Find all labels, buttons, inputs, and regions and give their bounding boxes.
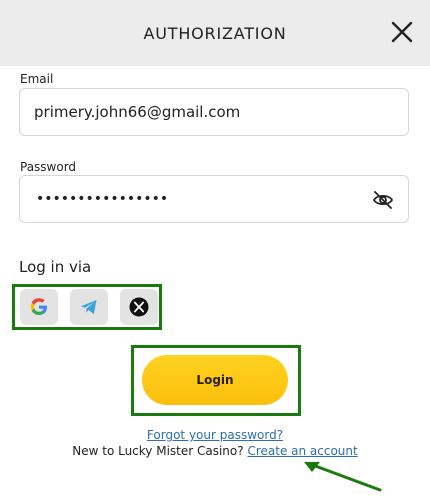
password-masked-value: •••••••••••••••• — [36, 191, 169, 207]
new-account-prefix: New to Lucky Mister Casino? — [72, 444, 244, 458]
login-via-label: Log in via — [19, 258, 92, 276]
login-button[interactable]: Login — [142, 355, 288, 405]
green-arrow-annotation — [304, 462, 382, 492]
dialog-header: AUTHORIZATION — [0, 0, 430, 66]
create-account-link[interactable]: Create an account — [247, 444, 357, 458]
email-field[interactable] — [34, 89, 364, 135]
google-login-button[interactable] — [20, 289, 58, 325]
email-label: Email — [20, 72, 54, 86]
new-account-line: New to Lucky Mister Casino? Create an ac… — [0, 444, 430, 458]
telegram-icon — [81, 300, 97, 314]
password-field[interactable]: •••••••••••••••• — [19, 175, 409, 223]
forgot-password-link[interactable]: Forgot your password? — [0, 428, 430, 442]
password-label: Password — [20, 160, 77, 174]
eye-slash-icon[interactable] — [372, 190, 394, 210]
google-icon — [30, 298, 47, 315]
dialog-title: AUTHORIZATION — [143, 23, 287, 43]
x-icon — [129, 297, 149, 317]
close-icon[interactable] — [390, 20, 414, 44]
telegram-login-button[interactable] — [70, 289, 108, 325]
email-field-container — [19, 88, 409, 136]
x-login-button[interactable] — [120, 289, 158, 325]
